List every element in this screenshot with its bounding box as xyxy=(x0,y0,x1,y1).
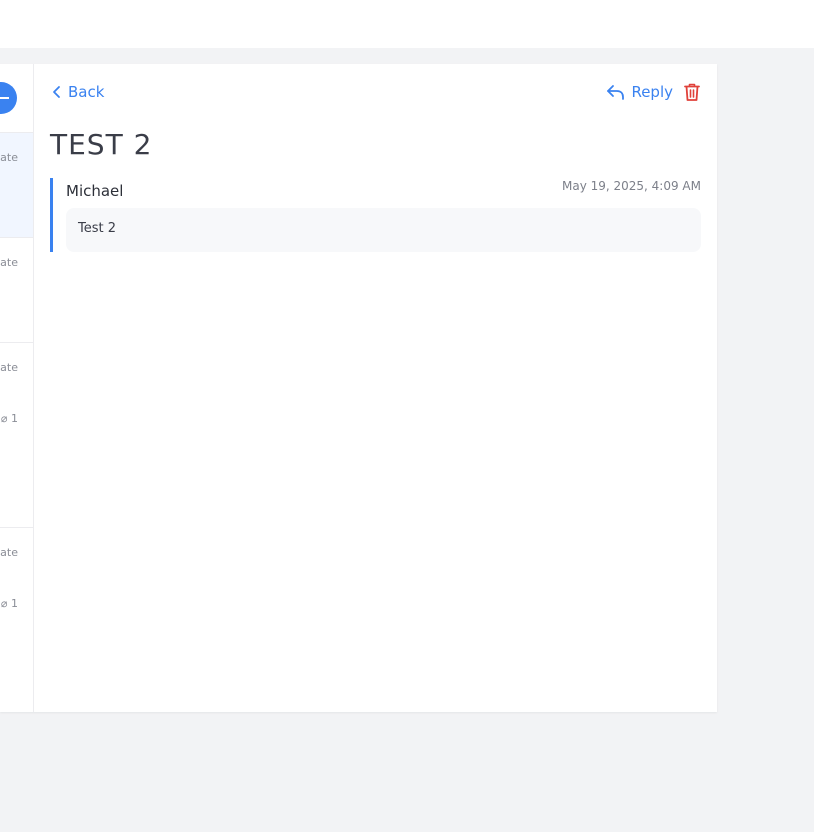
paperclip-icon: ⌀ xyxy=(0,597,11,610)
delete-button[interactable] xyxy=(683,82,701,102)
compose-button[interactable] xyxy=(0,82,17,114)
reply-button[interactable]: Reply xyxy=(606,83,673,101)
list-item-date: ate xyxy=(0,151,18,164)
message-item: Michael May 19, 2025, 4:09 AM Test 2 xyxy=(50,178,701,252)
message-body: Test 2 xyxy=(66,208,701,252)
message-subject: TEST 2 xyxy=(50,128,153,161)
message-sender: Michael xyxy=(66,182,124,200)
top-bar xyxy=(0,0,814,48)
list-item-date: ate xyxy=(0,546,18,559)
reply-label: Reply xyxy=(631,83,673,101)
list-item[interactable]: ate ⌀ 1 xyxy=(0,527,33,712)
reply-icon xyxy=(607,85,625,100)
list-item-date: ate xyxy=(0,361,18,374)
list-item-date: ate xyxy=(0,256,18,269)
list-item[interactable]: ate xyxy=(0,237,33,342)
message-actions: Reply xyxy=(606,82,701,102)
back-button[interactable]: Back xyxy=(52,83,104,101)
message-list: ate ate ate ⌀ 1 ate ⌀ 1 xyxy=(0,64,34,712)
mail-panel: ate ate ate ⌀ 1 ate ⌀ 1 Back Reply TEST … xyxy=(0,64,717,712)
message-detail: Back Reply TEST 2 Michael May 19, 2025, … xyxy=(34,64,717,712)
chevron-left-icon xyxy=(53,86,60,98)
trash-icon xyxy=(684,83,700,101)
message-timestamp: May 19, 2025, 4:09 AM xyxy=(561,179,701,193)
attachment-count: ⌀ 1 xyxy=(0,412,18,425)
list-item[interactable]: ate xyxy=(0,132,33,237)
attachment-count: ⌀ 1 xyxy=(0,597,18,610)
paperclip-icon: ⌀ xyxy=(0,412,11,425)
list-item[interactable]: ate ⌀ 1 xyxy=(0,342,33,527)
back-label: Back xyxy=(68,83,105,101)
